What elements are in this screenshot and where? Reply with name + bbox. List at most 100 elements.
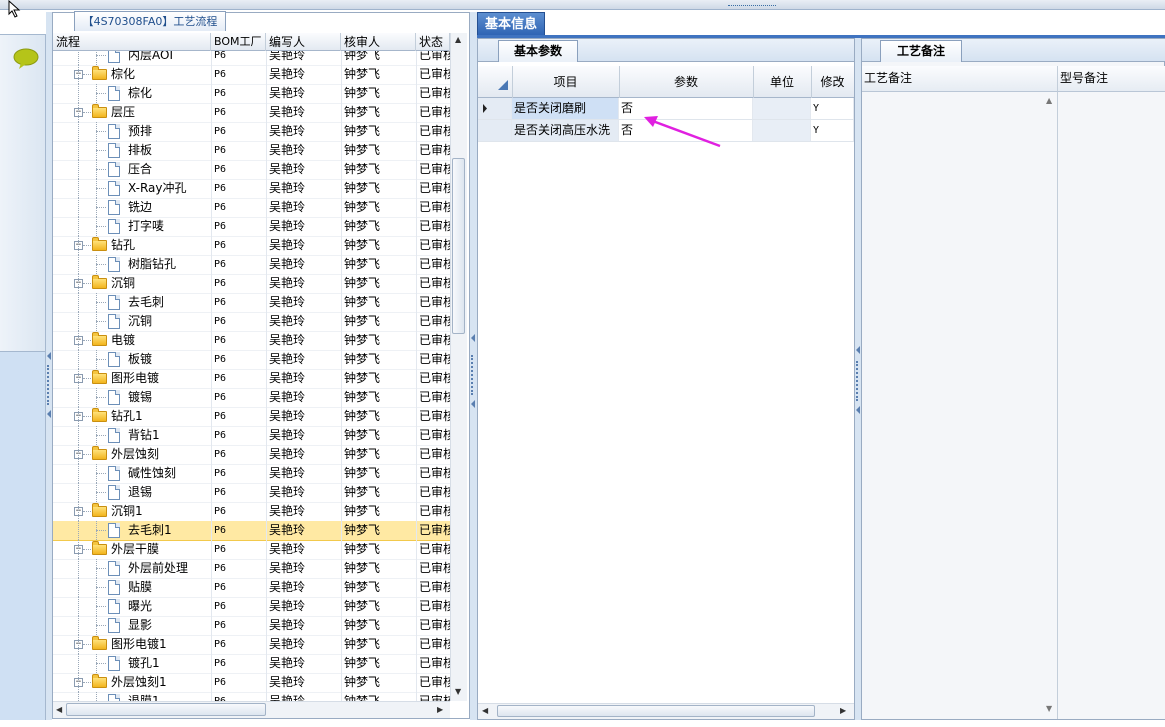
tree-step-row[interactable]: 板镀 P6 吴艳玲 钟梦飞 已审核 (53, 350, 450, 370)
tab-basic-info[interactable]: 基本信息 (477, 12, 545, 36)
tree-folder-row[interactable]: − 外层蚀刻1 P6 吴艳玲 钟梦飞 已审核 (53, 673, 450, 693)
param-unit-cell[interactable] (753, 98, 811, 119)
tree-step-row[interactable]: 去毛刺 P6 吴艳玲 钟梦飞 已审核 (53, 293, 450, 313)
tree-step-row[interactable]: 预排 P6 吴艳玲 钟梦飞 已审核 (53, 122, 450, 142)
bom-factory-cell: P6 (214, 620, 227, 631)
folder-icon (92, 104, 107, 118)
tree-connector (83, 378, 91, 379)
folder-icon (92, 446, 107, 460)
tree-step-row[interactable]: 棕化 P6 吴艳玲 钟梦飞 已审核 (53, 84, 450, 104)
chat-bubble-icon[interactable] (13, 48, 39, 70)
process-tree-tab[interactable]: 【4S70308FA0】工艺流程 (74, 11, 226, 31)
tree-connector (78, 312, 79, 331)
col-header-writer[interactable]: 编写人 (266, 33, 341, 51)
splitter-middle[interactable] (470, 12, 477, 720)
tree-folder-row[interactable]: − 沉铜 P6 吴艳玲 钟梦飞 已审核 (53, 274, 450, 294)
tree-step-row[interactable]: 显影 P6 吴艳玲 钟梦飞 已审核 (53, 616, 450, 636)
scroll-right-arrow-icon[interactable]: ▶ (840, 706, 846, 715)
tree-vertical-scrollbar[interactable]: ▲ ▼ (450, 33, 467, 701)
scroll-right-arrow-icon[interactable]: ▶ (437, 705, 443, 714)
process-tree-header: 流程 BOM工厂 编写人 核审人 状态 (53, 33, 450, 51)
col-header-item[interactable]: 项目 (512, 66, 620, 98)
tree-node-label: 退膜1 (128, 694, 160, 701)
scroll-up-arrow-icon[interactable]: ▲ (455, 35, 461, 44)
tree-vertical-scroll-thumb[interactable] (452, 158, 465, 334)
col-header-status[interactable]: 状态 (416, 33, 450, 51)
tree-folder-row[interactable]: − 电镀 P6 吴艳玲 钟梦飞 已审核 (53, 331, 450, 351)
tree-step-row[interactable]: 沉铜 P6 吴艳玲 钟梦飞 已审核 (53, 312, 450, 332)
toolbar-grip[interactable] (728, 5, 776, 9)
bom-factory-cell: P6 (214, 69, 227, 80)
tree-folder-row[interactable]: − 图形电镀 P6 吴艳玲 钟梦飞 已审核 (53, 369, 450, 389)
col-header-param[interactable]: 参数 (619, 66, 754, 98)
status-cell: 已审核 (419, 599, 450, 613)
grid-corner[interactable] (478, 66, 513, 98)
tree-folder-row[interactable]: − 外层干膜 P6 吴艳玲 钟梦飞 已审核 (53, 540, 450, 560)
tree-folder-row[interactable]: − 外层蚀刻 P6 吴艳玲 钟梦飞 已审核 (53, 445, 450, 465)
tree-connector (78, 597, 79, 616)
param-item-cell[interactable]: 是否关闭磨刷 (512, 98, 619, 119)
bom-factory-cell: P6 (214, 582, 227, 593)
tree-folder-row[interactable]: − 棕化 P6 吴艳玲 钟梦飞 已审核 (53, 65, 450, 85)
scroll-down-arrow-icon[interactable]: ▼ (1046, 704, 1052, 713)
tree-folder-row[interactable]: − 层压 P6 吴艳玲 钟梦飞 已审核 (53, 103, 450, 123)
scroll-left-arrow-icon[interactable]: ◀ (482, 706, 488, 715)
scroll-up-arrow-icon[interactable]: ▲ (1046, 96, 1052, 105)
tree-folder-row[interactable]: − 沉铜1 P6 吴艳玲 钟梦飞 已审核 (53, 502, 450, 522)
tree-step-row[interactable]: 树脂钻孔 P6 吴艳玲 钟梦飞 已审核 (53, 255, 450, 275)
tree-folder-row[interactable]: − 钻孔1 P6 吴艳玲 钟梦飞 已审核 (53, 407, 450, 427)
row-indicator[interactable] (478, 98, 512, 119)
checker-cell: 钟梦飞 (344, 542, 381, 556)
writer-cell: 吴艳玲 (269, 523, 306, 537)
process-notes-textarea[interactable]: ▲ ▼ (862, 92, 1058, 719)
col-header-unit[interactable]: 单位 (753, 66, 812, 98)
col-header-process[interactable]: 流程 (53, 33, 211, 51)
tree-horizontal-scroll-thumb[interactable] (66, 703, 266, 716)
tree-step-row[interactable]: 曝光 P6 吴艳玲 钟梦飞 已审核 (53, 597, 450, 617)
tree-connector (78, 540, 79, 559)
tree-step-row[interactable]: 排板 P6 吴艳玲 钟梦飞 已审核 (53, 141, 450, 161)
tree-step-row[interactable]: 碱性蚀刻 P6 吴艳玲 钟梦飞 已审核 (53, 464, 450, 484)
tree-step-row[interactable]: 退锡 P6 吴艳玲 钟梦飞 已审核 (53, 483, 450, 503)
params-horizontal-scroll-thumb[interactable] (497, 705, 815, 717)
tree-node-label: 退锡 (128, 485, 153, 499)
tree-node-label: 外层蚀刻 (111, 447, 160, 461)
writer-cell: 吴艳玲 (269, 675, 306, 689)
folder-icon (92, 541, 107, 555)
tree-step-row[interactable]: 压合 P6 吴艳玲 钟梦飞 已审核 (53, 160, 450, 180)
document-icon (108, 352, 120, 367)
col-header-checker[interactable]: 核审人 (341, 33, 416, 51)
param-modified-cell[interactable]: Y (811, 120, 854, 141)
tree-step-row[interactable]: 退膜1 P6吴艳玲 钟梦飞 已审核 (53, 692, 450, 701)
status-cell: 已审核 (419, 561, 450, 575)
tree-step-row[interactable]: 背钻1 P6 吴艳玲 钟梦飞 已审核 (53, 426, 450, 446)
tree-connector (78, 578, 79, 597)
col-header-bom-factory[interactable]: BOM工厂 (211, 33, 266, 51)
tree-step-row[interactable]: 内层AOI P6 吴艳玲 钟梦飞 已审核 (53, 51, 450, 66)
scroll-left-arrow-icon[interactable]: ◀ (56, 705, 62, 714)
tree-folder-row[interactable]: − 图形电镀1 P6 吴艳玲 钟梦飞 已审核 (53, 635, 450, 655)
tree-step-row[interactable]: 贴膜 P6 吴艳玲 钟梦飞 已审核 (53, 578, 450, 598)
tree-step-row[interactable]: 去毛刺1 P6 吴艳玲 钟梦飞 已审核 (53, 521, 450, 541)
model-notes-textarea[interactable] (1058, 92, 1165, 719)
checker-cell: 钟梦飞 (344, 618, 381, 632)
tree-node-label: 电镀 (111, 333, 136, 347)
tree-step-row[interactable]: X-Ray冲孔 P6 吴艳玲 钟梦飞 已审核 (53, 179, 450, 199)
col-header-modified[interactable]: 修改 (811, 66, 854, 98)
param-modified-cell[interactable]: Y (811, 98, 854, 119)
tree-folder-row[interactable]: − 钻孔 P6 吴艳玲 钟梦飞 已审核 (53, 236, 450, 256)
tab-process-notes[interactable]: 工艺备注 (880, 40, 962, 62)
tree-connector (96, 397, 106, 398)
scroll-down-arrow-icon[interactable]: ▼ (455, 687, 461, 696)
tree-step-row[interactable]: 外层前处理 P6 吴艳玲 钟梦飞 已审核 (53, 559, 450, 579)
bom-factory-cell: P6 (214, 202, 227, 213)
tab-basic-params[interactable]: 基本参数 (498, 40, 578, 62)
param-unit-cell[interactable] (753, 120, 811, 141)
tree-step-row[interactable]: 镀锡 P6 吴艳玲 钟梦飞 已审核 (53, 388, 450, 408)
tree-step-row[interactable]: 打字唛 P6 吴艳玲 钟梦飞 已审核 (53, 217, 450, 237)
tree-step-row[interactable]: 铣边 P6 吴艳玲 钟梦飞 已审核 (53, 198, 450, 218)
tree-step-row[interactable]: 镀孔1 P6 吴艳玲 钟梦飞 已审核 (53, 654, 450, 674)
param-item-cell[interactable]: 是否关闭高压水洗 (512, 120, 619, 141)
writer-cell: 吴艳玲 (269, 105, 306, 119)
row-indicator[interactable] (478, 120, 512, 141)
